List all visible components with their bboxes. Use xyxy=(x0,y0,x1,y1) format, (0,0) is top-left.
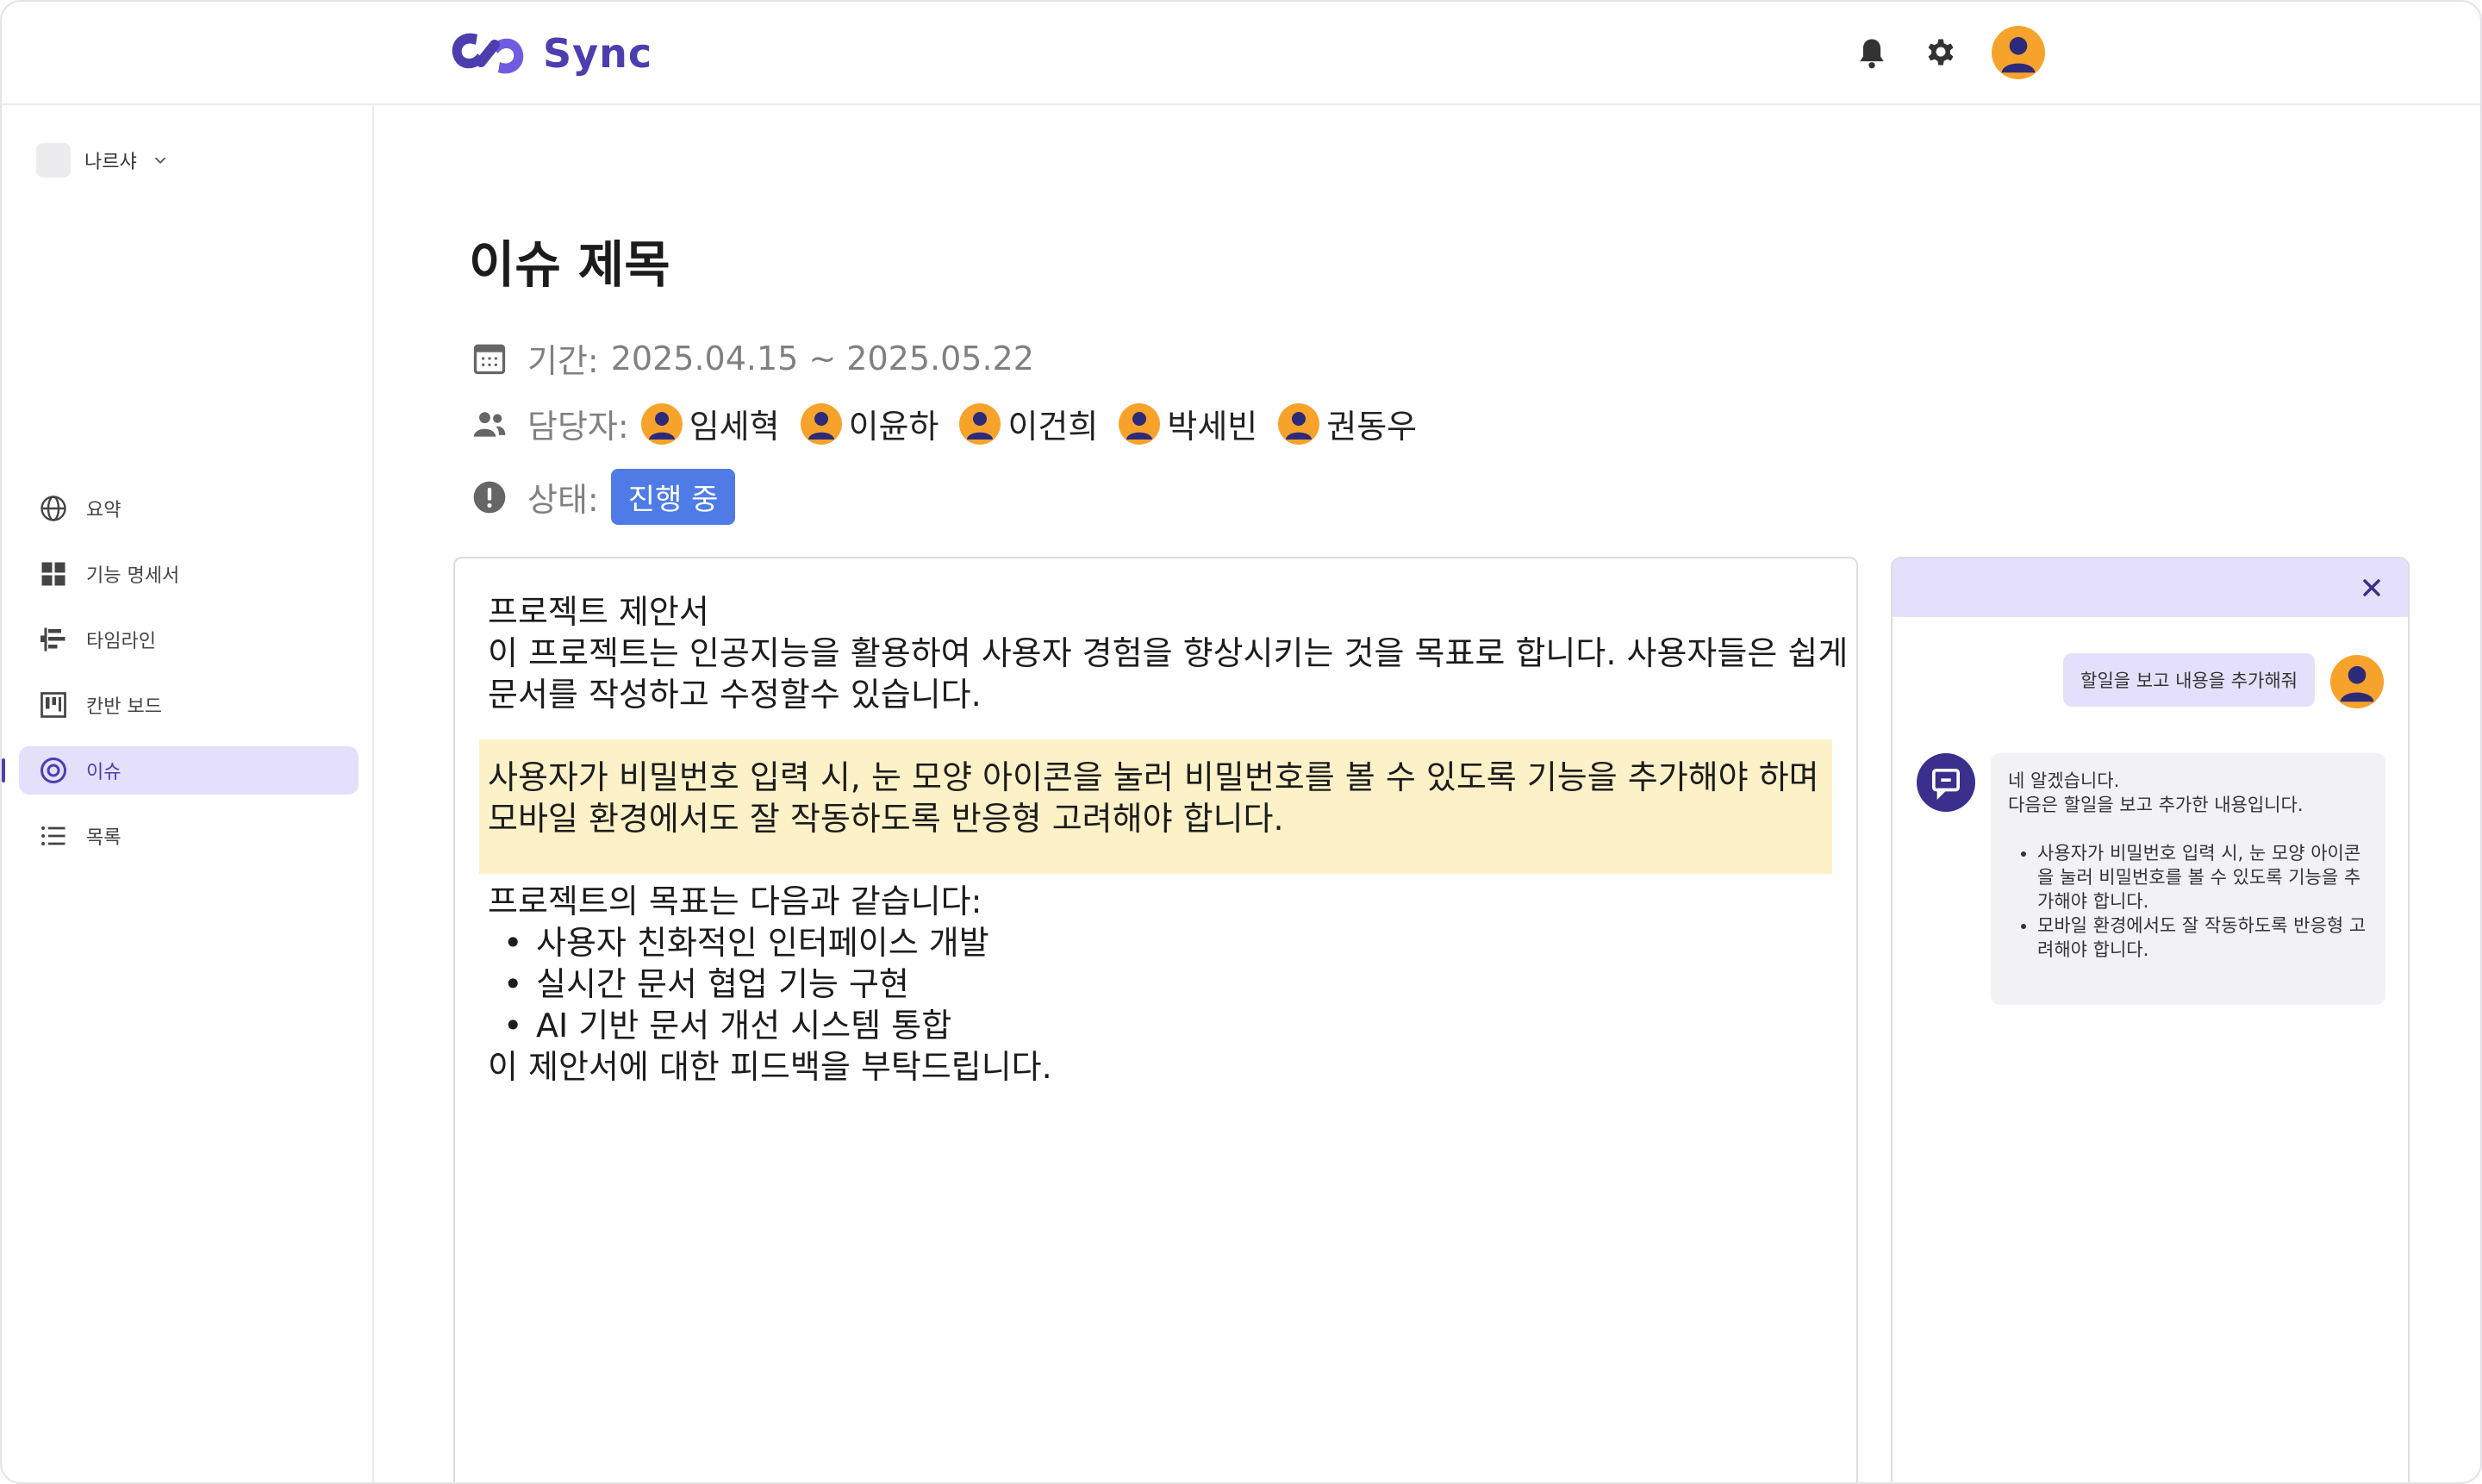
status-row: 상태: 진행 중 xyxy=(471,469,736,525)
alert-icon xyxy=(473,481,506,513)
sidebar-item-label: 요약 xyxy=(86,500,122,521)
user-avatar-icon xyxy=(2330,655,2384,708)
people-icon xyxy=(473,411,506,437)
assignee-chip[interactable]: 이건희 xyxy=(959,400,1098,447)
bell-icon[interactable] xyxy=(1853,34,1891,72)
avatar-icon xyxy=(640,402,683,445)
status-badge[interactable]: 진행 중 xyxy=(610,469,736,525)
bot-message-line: 네 알겠습니다. xyxy=(2008,770,2120,791)
goals-heading: 프로젝트의 목표는 다음과 같습니다: xyxy=(488,882,982,920)
sidebar-item-label: 이슈 xyxy=(86,762,122,783)
goal-item: 실시간 문서 협업 기능 구현 xyxy=(503,963,909,1005)
list-icon xyxy=(41,826,65,845)
doc-heading: 프로젝트 제안서 xyxy=(488,593,709,631)
grid-icon xyxy=(41,562,65,586)
avatar-icon xyxy=(959,402,1001,445)
assignees-label: 담당자: xyxy=(527,408,629,446)
assignee-name: 박세빈 xyxy=(1167,408,1258,446)
goal-item: AI 기반 문서 개선 시스템 통합 xyxy=(503,1005,951,1046)
sidebar-item-label: 타임라인 xyxy=(86,631,156,652)
calendar-icon xyxy=(473,344,506,374)
doc-paragraph-line: 문서를 작성하고 수정할수 있습니다. xyxy=(488,676,982,714)
brand-name: Sync xyxy=(543,30,653,77)
status-label: 상태: xyxy=(527,481,599,519)
target-icon xyxy=(41,758,66,783)
assignee-name: 권동우 xyxy=(1326,408,1418,446)
gear-icon[interactable] xyxy=(1922,34,1960,72)
assignee-chip[interactable]: 이윤하 xyxy=(800,400,939,447)
sidebar-item-kanban[interactable]: 칸반 보드 xyxy=(19,681,359,729)
sidebar-item-issue[interactable]: 이슈 xyxy=(2,746,359,795)
ai-chat-panel: 할일을 보고 내용을 추가해줘 네 알겠습니다. 다음은 할일을 보고 추가한 … xyxy=(1891,557,2410,1482)
goal-item: 사용자 친화적인 인터페이스 개발 xyxy=(503,922,989,963)
assignee-chip[interactable]: 권동우 xyxy=(1278,400,1417,447)
period-row: 기간: 2025.04.15 ~ 2025.05.22 xyxy=(471,334,1034,382)
top-header: Sync xyxy=(2,2,2480,105)
period-value[interactable]: 2025.04.15 ~ 2025.05.22 xyxy=(611,340,1034,377)
sidebar-item-feature-spec[interactable]: 기능 명세서 xyxy=(19,550,359,598)
assignees-row: 담당자: 임세혁 이윤하 이건희 박세빈 권동우 xyxy=(471,400,1437,447)
sidebar-item-list[interactable]: 목록 xyxy=(19,812,359,860)
issue-title[interactable]: 이슈 제목 xyxy=(469,224,670,296)
workspace-icon xyxy=(36,143,71,178)
sidebar-item-timeline[interactable]: 타임라인 xyxy=(19,615,359,664)
globe-icon xyxy=(41,496,66,521)
close-icon[interactable] xyxy=(2358,574,2385,602)
assignee-chip[interactable]: 박세빈 xyxy=(1119,400,1257,447)
app-window: Sync 나르샤 요약 기능 명세서 타임라인 칸반 보드 이슈 목록 이슈 제… xyxy=(0,0,2482,1484)
bot-message-line: 다음은 할일을 보고 추가한 내용입니다. xyxy=(2008,795,2304,815)
highlighted-line: 모바일 환경에서도 잘 작동하도록 반응형 고려해야 합니다. xyxy=(488,800,1284,838)
chevron-down-icon xyxy=(154,157,165,165)
sidebar-nav: 요약 기능 명세서 타임라인 칸반 보드 이슈 목록 xyxy=(2,484,359,877)
bot-message-list: 사용자가 비밀번호 입력 시, 눈 모양 아이콘을 눌러 비밀번호를 볼 수 있… xyxy=(2008,841,2368,962)
workspace-selector[interactable]: 나르샤 xyxy=(36,143,170,178)
list-item: 모바일 환경에서도 잘 작동하도록 반응형 고려해야 합니다. xyxy=(2037,913,2368,962)
avatar-icon xyxy=(1119,402,1161,445)
timeline-icon xyxy=(41,627,65,652)
assignee-name: 이윤하 xyxy=(848,408,939,446)
user-avatar-icon[interactable] xyxy=(1992,26,2045,79)
avatar-icon xyxy=(800,402,842,445)
sidebar: 나르샤 요약 기능 명세서 타임라인 칸반 보드 이슈 목록 xyxy=(2,105,374,1482)
assignee-chip[interactable]: 임세혁 xyxy=(640,400,780,447)
list-item: 사용자가 비밀번호 입력 시, 눈 모양 아이콘을 눌러 비밀번호를 볼 수 있… xyxy=(2037,841,2368,913)
sidebar-item-label: 기능 명세서 xyxy=(86,565,180,587)
highlighted-line: 사용자가 비밀번호 입력 시, 눈 모양 아이콘을 눌러 비밀번호를 볼 수 있… xyxy=(488,758,1819,796)
sidebar-item-label: 칸반 보드 xyxy=(86,696,162,718)
doc-closing: 이 제안서에 대한 피드백을 부탁드립니다. xyxy=(488,1048,1052,1086)
avatar-icon xyxy=(1278,402,1320,445)
sync-logo-icon xyxy=(452,33,524,74)
user-message: 할일을 보고 내용을 추가해줘 xyxy=(2063,653,2315,707)
doc-paragraph-line: 이 프로젝트는 인공지능을 활용하여 사용자 경험을 향상시키는 것을 목표로 … xyxy=(488,634,1849,672)
brand-logo[interactable]: Sync xyxy=(443,22,652,84)
bot-message: 네 알겠습니다. 다음은 할일을 보고 추가한 내용입니다. 사용자가 비밀번호… xyxy=(1991,753,2385,1005)
assignee-name: 임세혁 xyxy=(689,408,780,446)
sidebar-item-label: 목록 xyxy=(86,827,122,849)
assignee-name: 이건희 xyxy=(1007,408,1099,446)
workspace-name: 나르샤 xyxy=(84,152,137,173)
document-editor[interactable]: 프로젝트 제안서 이 프로젝트는 인공지능을 활용하여 사용자 경험을 향상시키… xyxy=(453,557,1858,1482)
sidebar-item-summary[interactable]: 요약 xyxy=(19,484,359,533)
kanban-icon xyxy=(41,692,66,718)
period-label: 기간: xyxy=(527,342,599,380)
chat-bot-icon xyxy=(1917,753,1975,812)
chat-header xyxy=(1893,558,2408,617)
